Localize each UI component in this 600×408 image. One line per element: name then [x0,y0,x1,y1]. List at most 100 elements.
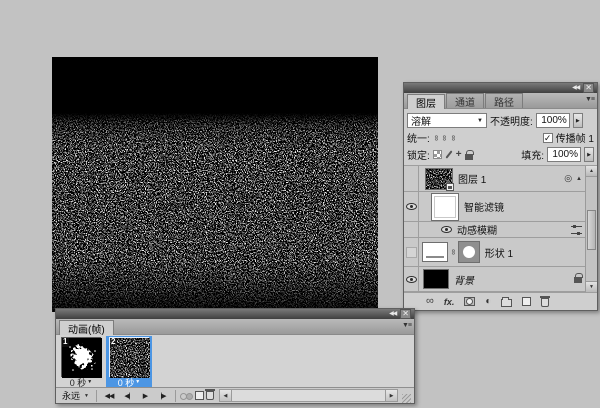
lock-position-icon[interactable]: + [456,149,462,160]
divider [95,389,97,402]
mask-circle [462,246,475,258]
collapse-panel-icon[interactable]: ◀◀ [572,85,580,91]
layer-style-icon[interactable]: fx. [444,297,455,307]
filter-name: 动感模糊 [457,226,497,237]
smart-filters-thumbnail[interactable] [431,192,459,221]
filter-blend-options-icon[interactable] [571,224,582,235]
unify-visibility-icon[interactable]: ∞ [440,135,449,141]
chevron-down-icon: ▼ [87,379,93,385]
blend-mode-select[interactable]: 溶解 ▼ [407,113,487,128]
layers-scrollbar[interactable]: ▲ ▼ [585,166,597,292]
layers-panel-tabs: 图层 通道 路径 ▼≡ [404,93,597,110]
chevron-down-icon: ▼ [135,379,141,385]
tab-paths[interactable]: 路径 [485,93,523,109]
eye-icon[interactable] [405,203,417,210]
play-button[interactable]: ▶ [137,389,153,402]
layers-options: 溶解 ▼ 不透明度: 100% ▶ 统一: ∞ ∞ ∞ ✓ 传播帧 1 锁定: … [404,109,597,165]
unify-label: 统一: [407,134,430,145]
eye-hidden-icon[interactable] [405,246,417,258]
mask-link-icon[interactable]: ∞ [449,249,458,255]
opacity-spinner[interactable]: ▶ [572,113,583,128]
dissolve-noise-image [52,57,378,312]
previous-frame-button[interactable]: ◀| [119,389,135,402]
layer-rows: 图层 1 ◎ ▲ 智能滤镜 动感模糊 ∞ 形状 1 背景 [404,166,585,292]
panel-menu-icon[interactable]: ▼≡ [402,322,412,329]
unify-style-icon[interactable]: ∞ [449,135,458,141]
new-group-icon[interactable] [501,296,513,307]
layers-panel: ◀◀ ✕ 图层 通道 路径 ▼≡ 溶解 ▼ 不透明度: 100% ▶ 统一: ∞… [403,82,598,311]
adjustment-layer-icon[interactable]: ◐ [485,296,491,307]
eye-icon[interactable] [405,275,417,283]
first-frame-button[interactable]: ◀◀ [101,389,117,402]
visibility-cell[interactable] [404,222,419,237]
background-thumbnail[interactable] [423,269,449,289]
delete-layer-icon[interactable] [540,296,551,307]
loop-select[interactable]: 永远 ▼ [59,389,92,402]
layers-toolbar: ∞ fx. ◐ [404,292,597,310]
tab-channels[interactable]: 通道 [446,93,484,109]
frame-delay-select[interactable]: 0 秒 ▼ [70,377,93,388]
frames-scrollbar[interactable]: ◀ ▶ [218,389,398,402]
layers-list: 图层 1 ◎ ▲ 智能滤镜 动感模糊 ∞ 形状 1 背景 ▲ ▼ [404,165,597,292]
lock-all-icon[interactable] [464,150,474,160]
scroll-left-icon[interactable]: ◀ [219,390,232,401]
blend-opacity-row: 溶解 ▼ 不透明度: 100% ▶ [407,113,594,128]
frame-delay-select[interactable]: 0 秒 ▼ [118,377,141,388]
scrollbar-thumb[interactable] [587,210,596,250]
lock-paint-icon[interactable] [445,150,453,159]
layer-row-smart-object[interactable]: 图层 1 ◎ ▲ [404,166,585,192]
fill-input[interactable]: 100% [547,147,581,162]
scroll-up-icon[interactable]: ▲ [586,166,597,177]
frame-1[interactable]: 1 0 秒 ▼ [58,336,104,388]
layers-panel-titlebar[interactable]: ◀◀ ✕ [404,83,597,93]
close-panel-icon[interactable]: ✕ [400,309,411,319]
eye-icon[interactable] [441,226,452,233]
shape-mask-thumbnail[interactable] [457,241,480,263]
link-layers-icon[interactable]: ∞ [426,296,434,307]
visibility-cell[interactable] [404,166,419,191]
frame-number: 2 [110,337,118,347]
chevron-down-icon: ▼ [84,392,89,399]
smart-filter-indicator-icon[interactable]: ◎ [564,173,572,184]
scroll-down-icon[interactable]: ▼ [586,281,597,292]
lock-transparency-icon[interactable] [432,150,442,159]
layer1-thumbnail[interactable] [425,167,454,191]
unify-position-icon[interactable]: ∞ [432,135,441,141]
next-frame-button[interactable]: |▶ [155,389,171,402]
visibility-cell[interactable] [404,238,419,266]
animation-panel-titlebar[interactable]: ◀◀ ✕ [56,309,414,319]
propagate-frame-checkbox[interactable]: ✓ [542,132,553,143]
new-layer-icon[interactable] [522,297,532,306]
collapse-filters-icon[interactable]: ▲ [576,176,582,182]
new-frame-button[interactable] [194,391,204,400]
frame-2-selected[interactable]: 2 0 秒 ▼ [106,336,152,388]
fill-label: 填充: [521,151,544,162]
tab-layers[interactable]: 图层 [407,94,445,110]
frame-number: 1 [62,337,70,347]
layer-row-shape[interactable]: ∞ 形状 1 [404,238,585,267]
visibility-cell[interactable] [404,267,419,291]
add-mask-icon[interactable] [464,297,476,306]
resize-grip[interactable] [402,394,411,403]
layer-row-background[interactable]: 背景 [404,267,585,292]
panel-menu-icon[interactable]: ▼≡ [585,96,595,103]
fill-spinner[interactable]: ▶ [584,147,594,162]
animation-panel: ◀◀ ✕ 动画(帧) ▼≡ 1 0 秒 ▼ 2 0 秒 ▼ 永远 ▼ ◀◀ ◀|… [55,308,415,404]
animation-panel-tabs: 动画(帧) ▼≡ [56,319,414,336]
close-panel-icon[interactable]: ✕ [583,83,594,93]
shape-thumbnail[interactable] [422,242,448,262]
layer-row-motion-blur[interactable]: 动感模糊 [404,222,585,238]
opacity-input[interactable]: 100% [535,113,570,128]
lock-label: 锁定: [407,151,430,162]
collapse-panel-icon[interactable]: ◀◀ [389,311,397,317]
visibility-cell[interactable] [404,192,419,221]
layer-row-smart-filters[interactable]: 智能滤镜 [404,192,585,222]
tween-button[interactable] [179,391,193,400]
frame-1-thumbnail[interactable]: 1 [61,337,102,378]
tab-animation-frames[interactable]: 动画(帧) [59,320,114,336]
document-canvas[interactable] [52,57,378,312]
layer-name: 图层 1 [458,175,487,186]
scroll-right-icon[interactable]: ▶ [385,390,397,401]
delete-frame-button[interactable] [204,389,215,400]
frame-2-thumbnail[interactable]: 2 [109,337,150,378]
